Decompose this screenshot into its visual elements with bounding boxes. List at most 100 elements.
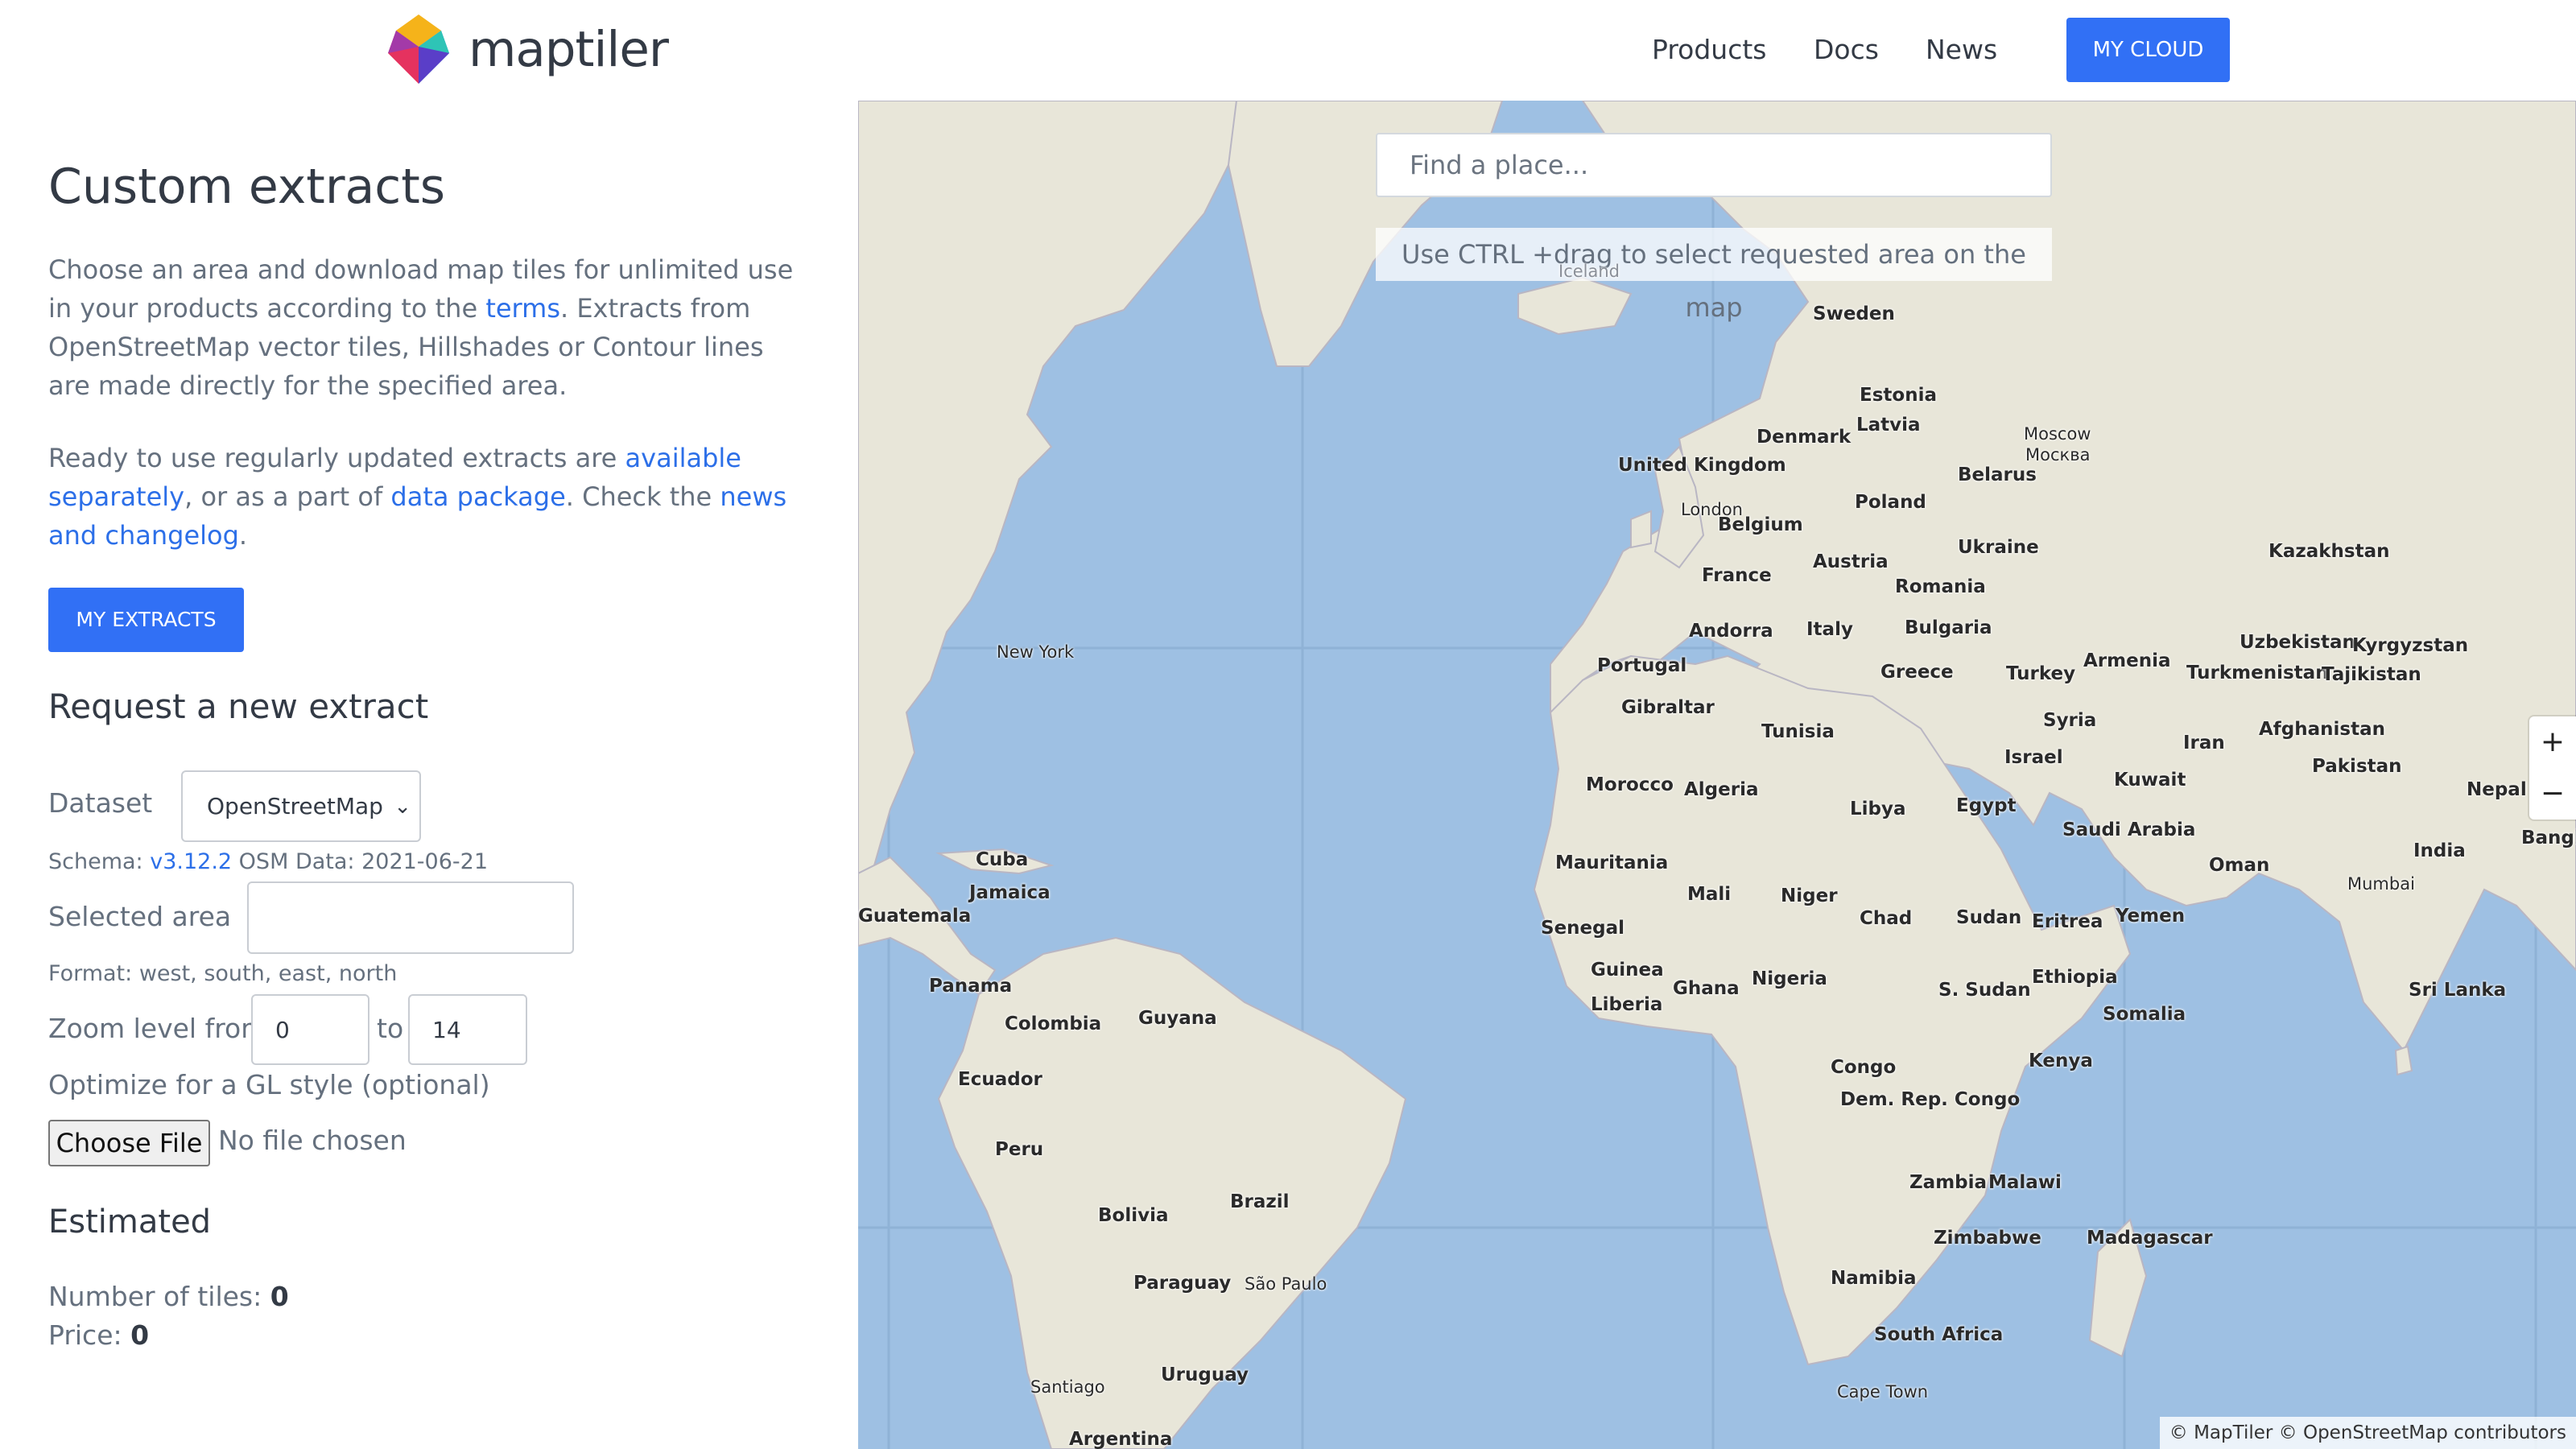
map-label: France [1702,565,1772,586]
map-label: Libya [1850,799,1906,819]
map-label: Argentina [1069,1429,1173,1449]
map-label: Niger [1781,886,1838,906]
map-label: Turkey [2006,663,2076,684]
map-label: Morocco [1586,774,1674,795]
map-label: Greece [1880,662,1954,683]
map-label: Austria [1813,551,1889,572]
tiles-count: Number of tiles: 0 [48,1281,289,1312]
dataset-select[interactable]: OpenStreetMap ⌄ [181,770,421,842]
price-value: 0 [130,1319,150,1351]
dataset-label: Dataset [48,787,153,819]
map-label: Zimbabwe [1934,1228,2041,1249]
zoom-in-button[interactable]: + [2529,716,2576,768]
map-label: Cape Town [1837,1382,1929,1402]
map-label: Gibraltar [1621,697,1715,718]
ready-text-3: . Check the [565,481,720,512]
request-heading: Request a new extract [48,687,429,726]
zoom-out-button[interactable]: − [2529,768,2576,819]
map-label: Sudan [1956,907,2022,928]
zoom-to-input[interactable]: 14 [408,994,527,1065]
ready-text-4: . [238,520,248,551]
map-label: Belgium [1718,514,1803,535]
map-label: Sweden [1813,303,1895,324]
osm-data-date: OSM Data: 2021-06-21 [232,849,489,874]
maptiler-logo-icon [388,14,449,84]
my-extracts-button[interactable]: MY EXTRACTS [48,588,244,652]
map-label: Romania [1895,576,1986,597]
map-label: Belarus [1958,464,2037,485]
map-label: Guatemala [858,906,972,927]
map-label: Jamaica [969,882,1051,903]
choose-file-button[interactable]: Choose File [48,1120,210,1166]
tiles-label: Number of tiles: [48,1281,270,1312]
map-label: Tajikistan [2322,664,2421,685]
schema-info: Schema: v3.12.2 OSM Data: 2021-06-21 [48,849,488,874]
map-label: Somalia [2103,1004,2186,1025]
dataset-selected-value: OpenStreetMap [207,793,383,819]
gl-style-label: Optimize for a GL style (optional) [48,1069,490,1100]
map-label: Congo [1831,1057,1897,1078]
map-label: Madagascar [2087,1228,2213,1249]
map-label: Brazil [1230,1191,1290,1212]
map-label: Iran [2183,733,2225,753]
map-label: Guyana [1138,1008,1217,1029]
map-label: Syria [2043,710,2097,731]
map-label: Algeria [1684,779,1759,800]
map-label: Liberia [1591,994,1663,1015]
terms-link[interactable]: terms [485,293,560,324]
intro-paragraph: Choose an area and download map tiles fo… [48,250,797,405]
schema-label: Schema: [48,849,151,874]
selected-area-input[interactable] [247,881,574,954]
map-label: Santiago [1030,1377,1105,1397]
map-label: Nepal [2467,779,2527,800]
top-header: maptiler Products Docs News MY CLOUD [0,0,2576,101]
map-label: Oman [2209,855,2270,876]
map-label: Turkmenistan [2186,663,2329,683]
map-label: Uruguay [1161,1364,1249,1385]
map-label: Colombia [1005,1013,1102,1034]
map-label: Paraguay [1133,1273,1232,1294]
map-label: Zambia [1909,1172,1988,1193]
schema-version-link[interactable]: v3.12.2 [150,849,232,874]
map-label: Ukraine [1958,537,2039,558]
logo-wordmark: maptiler [469,20,669,78]
map-label: Kenya [2029,1051,2093,1071]
price-label: Price: [48,1319,131,1351]
map-label: Panama [929,976,1013,997]
map-label: Senegal [1541,918,1625,939]
data-package-link[interactable]: data package [390,481,565,512]
my-cloud-button[interactable]: MY CLOUD [2066,18,2230,82]
ready-text-2: , or as a part of [184,481,391,512]
nav-news[interactable]: News [1926,18,1997,82]
zoom-from-input[interactable]: 0 [251,994,369,1065]
map-label: Chad [1860,908,1913,929]
map-label: Namibia [1831,1268,1917,1289]
map-label: Tunisia [1761,721,1835,742]
map-label: Kyrgyzstan [2352,635,2469,656]
world-map[interactable]: Find a place... Use CTRL +drag to select… [858,101,2576,1449]
map-label: Mauritania [1555,852,1669,873]
map-label: South Africa [1874,1324,2004,1345]
zoom-to-label: to [377,1013,404,1044]
map-label: Bolivia [1098,1205,1169,1226]
map-label: Bulgaria [1905,617,1992,638]
maptiler-logo[interactable]: maptiler [385,13,669,85]
place-search-input[interactable]: Find a place... [1376,133,2052,197]
nav-products[interactable]: Products [1652,18,1767,82]
map-label: Peru [995,1139,1044,1160]
map-label: Ethiopia [2032,967,2118,988]
zoom-from-label: Zoom level from [48,1013,267,1044]
map-label: Москва [2025,445,2091,464]
map-label: Dem. Rep. Congo [1840,1089,2021,1110]
nav-docs[interactable]: Docs [1814,18,1879,82]
map-label: Ecuador [958,1069,1042,1090]
ready-text: Ready to use regularly updated extracts … [48,443,625,473]
map-attribution[interactable]: © MapTiler © OpenStreetMap contributors [2159,1417,2576,1449]
selected-area-label: Selected area [48,901,232,932]
map-label: Kazakhstan [2268,541,2390,562]
map-label: Eritrea [2032,911,2103,932]
tiles-value: 0 [270,1281,289,1312]
map-label: Denmark [1757,427,1852,448]
map-label: Egypt [1956,795,2017,816]
map-label: Poland [1855,492,1926,513]
